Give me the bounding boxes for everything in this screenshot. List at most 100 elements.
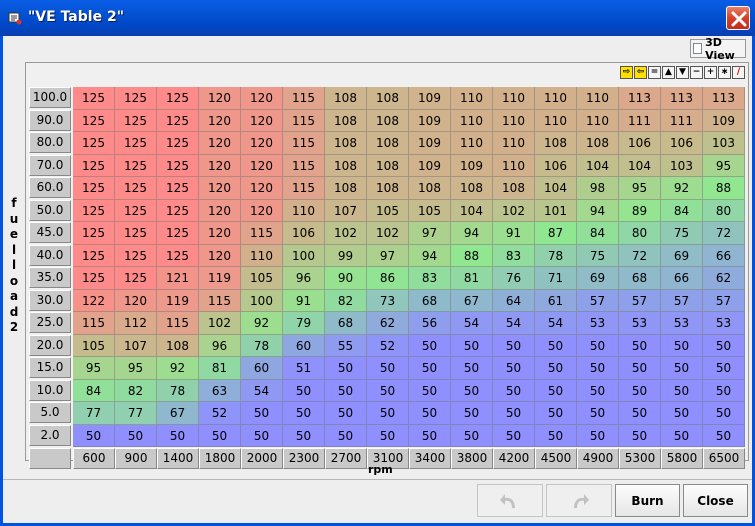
table-cell[interactable]: 78 — [535, 244, 577, 267]
table-cell[interactable]: 84 — [577, 222, 619, 245]
table-cell[interactable]: 125 — [73, 177, 115, 200]
table-cell[interactable]: 115 — [283, 87, 325, 110]
table-cell[interactable]: 50 — [619, 357, 661, 380]
move-left-icon[interactable]: ⇦ — [634, 66, 647, 79]
table-cell[interactable]: 115 — [283, 177, 325, 200]
table-cell[interactable]: 120 — [199, 222, 241, 245]
set-value-icon[interactable]: = — [648, 66, 661, 79]
table-cell[interactable]: 50 — [451, 334, 493, 357]
table-cell[interactable]: 125 — [157, 244, 199, 267]
table-cell[interactable]: 113 — [619, 87, 661, 110]
row-header[interactable]: 45.0 — [29, 222, 71, 243]
column-header[interactable]: 2000 — [241, 448, 283, 469]
column-header[interactable]: 5300 — [619, 448, 661, 469]
table-cell[interactable]: 113 — [703, 87, 745, 110]
table-cell[interactable]: 51 — [283, 357, 325, 380]
table-cell[interactable]: 50 — [283, 379, 325, 402]
table-cell[interactable]: 95 — [619, 177, 661, 200]
table-cell[interactable]: 96 — [199, 334, 241, 357]
table-cell[interactable]: 125 — [115, 87, 157, 110]
table-cell[interactable]: 57 — [703, 289, 745, 312]
table-cell[interactable]: 81 — [199, 357, 241, 380]
table-cell[interactable]: 87 — [535, 222, 577, 245]
table-cell[interactable]: 125 — [157, 87, 199, 110]
table-cell[interactable]: 83 — [493, 244, 535, 267]
table-cell[interactable]: 120 — [199, 132, 241, 155]
table-cell[interactable]: 50 — [703, 402, 745, 425]
table-cell[interactable]: 110 — [451, 87, 493, 110]
table-cell[interactable]: 50 — [535, 379, 577, 402]
column-header[interactable]: 2300 — [283, 448, 325, 469]
table-cell[interactable]: 50 — [157, 424, 199, 447]
table-cell[interactable]: 115 — [241, 222, 283, 245]
table-cell[interactable]: 110 — [241, 244, 283, 267]
move-right-icon[interactable]: ⇨ — [620, 66, 633, 79]
row-header[interactable]: 60.0 — [29, 177, 71, 198]
table-cell[interactable]: 125 — [157, 109, 199, 132]
table-cell[interactable]: 50 — [535, 334, 577, 357]
table-cell[interactable]: 113 — [661, 87, 703, 110]
table-cell[interactable]: 68 — [619, 267, 661, 290]
table-cell[interactable]: 115 — [73, 312, 115, 335]
table-cell[interactable]: 106 — [283, 222, 325, 245]
row-header[interactable]: 5.0 — [29, 402, 71, 423]
table-cell[interactable]: 50 — [577, 424, 619, 447]
table-cell[interactable]: 125 — [115, 109, 157, 132]
table-cell[interactable]: 102 — [367, 222, 409, 245]
interpolate-icon[interactable]: ∕ — [732, 66, 745, 79]
close-button[interactable]: Close — [683, 484, 748, 517]
table-cell[interactable]: 72 — [619, 244, 661, 267]
table-cell[interactable]: 125 — [73, 87, 115, 110]
table-cell[interactable]: 50 — [493, 379, 535, 402]
table-cell[interactable]: 50 — [577, 357, 619, 380]
table-cell[interactable]: 53 — [619, 312, 661, 335]
table-cell[interactable]: 60 — [241, 357, 283, 380]
table-cell[interactable]: 95 — [73, 357, 115, 380]
table-cell[interactable]: 121 — [157, 267, 199, 290]
title-bar[interactable]: "VE Table 2" — [0, 0, 755, 36]
table-cell[interactable]: 108 — [157, 334, 199, 357]
table-cell[interactable]: 64 — [493, 289, 535, 312]
table-cell[interactable]: 50 — [493, 424, 535, 447]
table-cell[interactable]: 108 — [493, 177, 535, 200]
table-cell[interactable]: 100 — [283, 244, 325, 267]
table-cell[interactable]: 53 — [703, 312, 745, 335]
table-cell[interactable]: 50 — [73, 424, 115, 447]
table-cell[interactable]: 83 — [409, 267, 451, 290]
table-cell[interactable]: 125 — [73, 199, 115, 222]
column-header[interactable]: 1800 — [199, 448, 241, 469]
table-cell[interactable]: 76 — [493, 267, 535, 290]
table-cell[interactable]: 115 — [283, 132, 325, 155]
table-cell[interactable]: 125 — [73, 154, 115, 177]
table-cell[interactable]: 50 — [325, 357, 367, 380]
table-cell[interactable]: 120 — [115, 289, 157, 312]
table-cell[interactable]: 56 — [409, 312, 451, 335]
multiply-icon[interactable]: ∗ — [718, 66, 731, 79]
decrease-icon[interactable]: ▼ — [676, 66, 689, 79]
table-cell[interactable]: 66 — [661, 267, 703, 290]
table-cell[interactable]: 67 — [451, 289, 493, 312]
row-header[interactable]: 35.0 — [29, 267, 71, 288]
table-cell[interactable]: 120 — [199, 154, 241, 177]
table-cell[interactable]: 77 — [73, 402, 115, 425]
table-cell[interactable]: 55 — [325, 334, 367, 357]
table-cell[interactable]: 66 — [703, 244, 745, 267]
table-cell[interactable]: 57 — [661, 289, 703, 312]
table-cell[interactable]: 50 — [367, 357, 409, 380]
checkbox-box[interactable] — [693, 43, 703, 54]
table-cell[interactable]: 86 — [367, 267, 409, 290]
table-cell[interactable]: 108 — [367, 132, 409, 155]
table-cell[interactable]: 108 — [325, 132, 367, 155]
column-header[interactable]: 3400 — [409, 448, 451, 469]
table-cell[interactable]: 80 — [703, 199, 745, 222]
table-cell[interactable]: 105 — [409, 199, 451, 222]
row-header[interactable]: 30.0 — [29, 289, 71, 311]
table-cell[interactable]: 50 — [619, 334, 661, 357]
table-cell[interactable]: 122 — [73, 289, 115, 312]
table-cell[interactable]: 88 — [451, 244, 493, 267]
table-cell[interactable]: 54 — [241, 379, 283, 402]
table-cell[interactable]: 104 — [619, 154, 661, 177]
row-header[interactable]: 25.0 — [29, 312, 71, 333]
table-cell[interactable]: 109 — [703, 109, 745, 132]
table-cell[interactable]: 50 — [451, 357, 493, 380]
